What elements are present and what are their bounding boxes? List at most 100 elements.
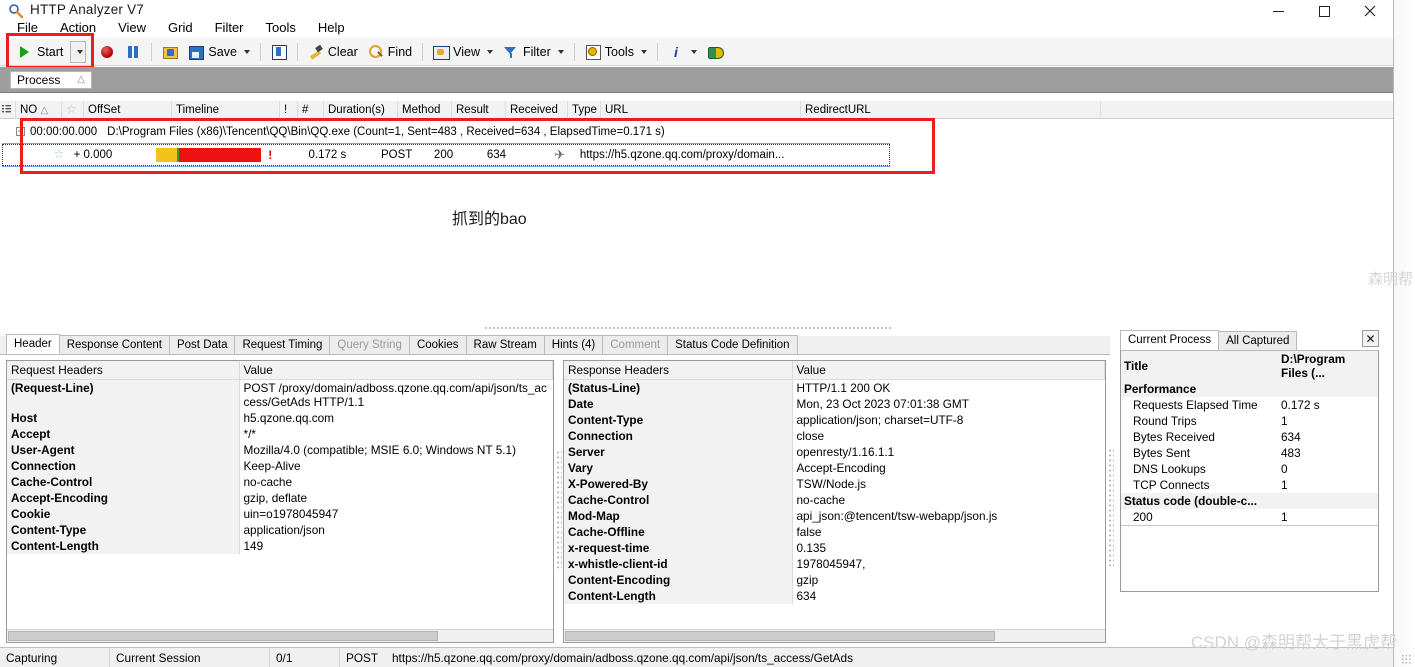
- grid-group-row[interactable]: − 00:00:00.000 D:\Program Files (x86)\Te…: [0, 123, 1380, 140]
- col-timeline[interactable]: Timeline: [172, 100, 280, 119]
- vertical-splitter-left[interactable]: [556, 450, 562, 570]
- filter-button[interactable]: Filter: [498, 40, 569, 64]
- table-row[interactable]: (Request-Line) POST /proxy/domain/adboss.…: [7, 379, 553, 410]
- tab-response-content[interactable]: Response Content: [58, 335, 170, 354]
- export-button[interactable]: [266, 40, 292, 64]
- table-row[interactable]: User-Agent Mozilla/4.0 (compatible; MSIE …: [7, 442, 553, 458]
- resize-grip[interactable]: [1401, 654, 1411, 664]
- chevron-down-icon: [557, 49, 564, 54]
- table-row[interactable]: Connection Keep-Alive: [7, 458, 553, 474]
- col-no[interactable]: NO △: [16, 100, 62, 119]
- tab-status-code-definition[interactable]: Status Code Definition: [667, 335, 798, 354]
- clear-button[interactable]: Clear: [303, 40, 363, 64]
- table-row[interactable]: Accept-Encoding gzip, deflate: [7, 490, 553, 506]
- table-row[interactable]: x-whistle-client-id 1978045947,: [564, 556, 1105, 572]
- menu-grid[interactable]: Grid: [157, 18, 204, 38]
- table-row[interactable]: Content-Length 634: [564, 588, 1105, 604]
- tab-raw-stream[interactable]: Raw Stream: [465, 335, 545, 354]
- scrollbar-thumb[interactable]: [8, 631, 438, 641]
- table-row[interactable]: Server openresty/1.16.1.1: [564, 444, 1105, 460]
- menu-view[interactable]: View: [107, 18, 157, 38]
- start-dropdown-button[interactable]: [70, 40, 87, 63]
- menu-help[interactable]: Help: [307, 18, 356, 38]
- close-icon[interactable]: ✕: [1362, 330, 1379, 347]
- tab-current-process[interactable]: Current Process: [1120, 330, 1220, 350]
- table-row[interactable]: Date Mon, 23 Oct 2023 07:01:38 GMT: [564, 396, 1105, 412]
- table-row[interactable]: X-Powered-By TSW/Node.js: [564, 476, 1105, 492]
- menu-tools[interactable]: Tools: [255, 18, 307, 38]
- scrollbar-thumb[interactable]: [565, 631, 995, 641]
- table-row[interactable]: Cookie uin=o1978045947: [7, 506, 553, 522]
- header-key: x-request-time: [564, 540, 793, 556]
- header-value: h5.qzone.qq.com: [239, 410, 553, 426]
- table-row[interactable]: Cache-Control no-cache: [564, 492, 1105, 508]
- tab-request-timing[interactable]: Request Timing: [234, 335, 331, 354]
- request-headers-hscrollbar[interactable]: [7, 629, 553, 642]
- col-favorite[interactable]: ☆: [62, 100, 84, 119]
- toolbar-separator: [422, 42, 424, 61]
- open-folder-icon: [162, 44, 179, 60]
- side-panel-tabs: Current Process All Captured ✕: [1120, 330, 1379, 350]
- header-key: Date: [564, 396, 793, 412]
- find-button[interactable]: Find: [363, 40, 417, 64]
- info-button[interactable]: i: [663, 40, 702, 64]
- menu-filter[interactable]: Filter: [204, 18, 255, 38]
- tab-query-string: Query String: [329, 335, 410, 354]
- row-url[interactable]: https://h5.qzone.qq.com/proxy/domain...: [576, 145, 889, 165]
- save-button[interactable]: Save: [183, 40, 255, 64]
- table-row: TCP Connects 1: [1121, 477, 1378, 493]
- table-row[interactable]: Content-Encoding gzip: [564, 572, 1105, 588]
- table-row[interactable]: Vary Accept-Encoding: [564, 460, 1105, 476]
- metric-value: 1: [1281, 478, 1288, 492]
- help-book-button[interactable]: [702, 40, 728, 64]
- table-row[interactable]: Content-Length 149: [7, 538, 553, 554]
- view-button[interactable]: View: [428, 40, 498, 64]
- star-icon[interactable]: ☆: [53, 148, 64, 160]
- status-capturing: Capturing: [0, 647, 110, 667]
- pause-button[interactable]: [120, 40, 146, 64]
- table-row[interactable]: Accept */*: [7, 426, 553, 442]
- tab-hints[interactable]: Hints (4): [543, 335, 604, 354]
- group-chip-process[interactable]: Process △: [10, 70, 92, 89]
- toolbar-separator: [151, 42, 153, 61]
- table-row[interactable]: x-request-time 0.135: [564, 540, 1105, 556]
- col-type[interactable]: Type: [568, 100, 601, 119]
- response-headers-hscrollbar[interactable]: [564, 629, 1105, 642]
- tab-cookies[interactable]: Cookies: [408, 335, 467, 354]
- group-row-offset: 00:00:00.000: [30, 125, 98, 138]
- stop-button[interactable]: [94, 40, 120, 64]
- grid-header: NO △ ☆ OffSet Timeline ! # Duration(s) M…: [0, 100, 1393, 119]
- table-row[interactable]: Cache-Offline false: [564, 524, 1105, 540]
- table-row[interactable]: Connection close: [564, 428, 1105, 444]
- vertical-splitter-right[interactable]: [1108, 448, 1114, 566]
- table-row[interactable]: Content-Type application/json; charset=UT…: [564, 412, 1105, 428]
- horizontal-splitter[interactable]: [484, 325, 892, 330]
- col-redirect-url[interactable]: RedirectURL: [801, 100, 1101, 119]
- col-url[interactable]: URL: [601, 100, 801, 119]
- table-row[interactable]: Host h5.qzone.qq.com: [7, 410, 553, 426]
- open-button[interactable]: [157, 40, 183, 64]
- tab-header[interactable]: Header: [6, 334, 60, 354]
- collapse-icon[interactable]: −: [16, 127, 25, 136]
- col-hash[interactable]: #: [298, 100, 324, 119]
- table-row[interactable]: ☆ + 0.000 ! 0.172 s POST 200 634 ✈ https…: [2, 144, 890, 166]
- table-row[interactable]: Cache-Control no-cache: [7, 474, 553, 490]
- col-warn[interactable]: !: [280, 100, 298, 119]
- table-row[interactable]: (Status-Line) HTTP/1.1 200 OK: [564, 379, 1105, 396]
- grid-menu-icon[interactable]: [0, 100, 16, 119]
- col-offset[interactable]: OffSet: [84, 100, 172, 119]
- menu-action[interactable]: Action: [49, 18, 107, 38]
- col-received[interactable]: Received: [506, 100, 568, 119]
- col-method[interactable]: Method: [398, 100, 452, 119]
- menu-file[interactable]: File: [6, 18, 49, 38]
- tab-all-captured[interactable]: All Captured: [1218, 331, 1298, 350]
- tab-post-data[interactable]: Post Data: [168, 335, 236, 354]
- header-key: X-Powered-By: [564, 476, 793, 492]
- col-duration[interactable]: Duration(s): [324, 100, 398, 119]
- metric-key: Round Trips: [1133, 414, 1197, 428]
- table-row[interactable]: Mod-Map api_json:@tencent/tsw-webapp/json…: [564, 508, 1105, 524]
- tools-button[interactable]: Tools: [580, 40, 652, 64]
- col-result[interactable]: Result: [452, 100, 506, 119]
- start-button[interactable]: Start: [12, 40, 68, 64]
- table-row[interactable]: Content-Type application/json: [7, 522, 553, 538]
